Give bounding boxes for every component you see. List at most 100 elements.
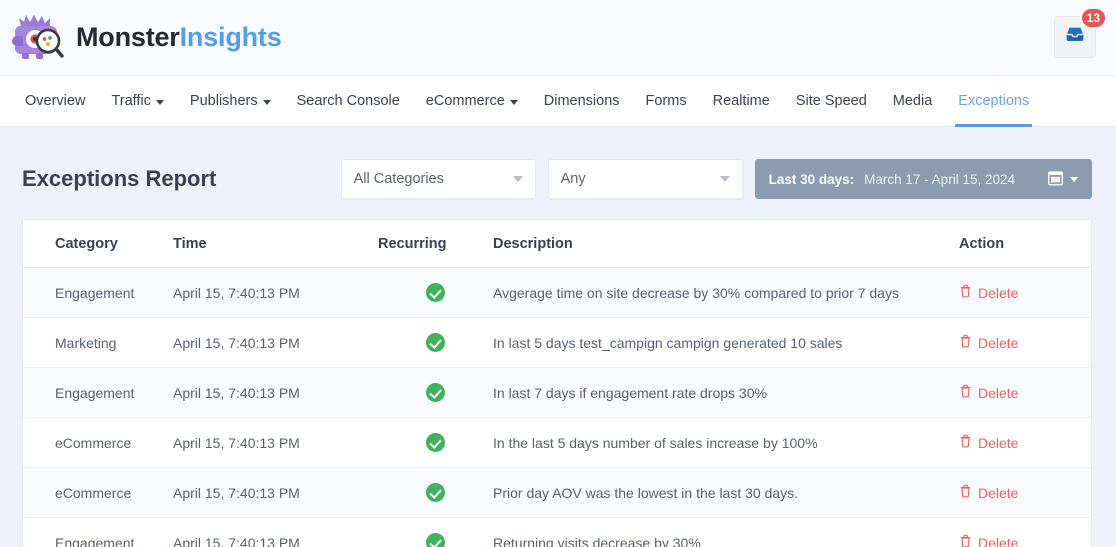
cell-action: Delete — [959, 517, 1091, 547]
cell-description: In the last 5 days number of sales incre… — [493, 417, 959, 468]
nav-item-dimensions[interactable]: Dimensions — [531, 76, 633, 126]
nav-item-ecommerce[interactable]: eCommerce — [413, 76, 531, 126]
green-check-icon — [426, 283, 445, 302]
cell-time: April 15, 7:40:13 PM — [173, 417, 378, 468]
date-range-label: Last 30 days: — [768, 171, 855, 187]
cell-time: April 15, 7:40:13 PM — [173, 467, 378, 518]
chevron-down-icon — [1070, 176, 1078, 182]
table-body: Engagement April 15, 7:40:13 PM Avgerage t… — [23, 267, 1091, 547]
green-check-icon — [426, 533, 445, 547]
chevron-down-icon — [155, 99, 164, 105]
cell-action: Delete — [959, 367, 1091, 418]
cell-action: Delete — [959, 467, 1091, 518]
monster-mascot-icon — [10, 12, 66, 64]
delete-label: Delete — [978, 384, 1019, 401]
column-header-time: Time — [173, 220, 378, 268]
nav-item-exceptions[interactable]: Exceptions — [945, 76, 1042, 127]
nav-item-publishers[interactable]: Publishers — [177, 76, 284, 126]
cell-category: Engagement — [23, 367, 173, 418]
nav-item-overview[interactable]: Overview — [12, 76, 98, 126]
cell-description: In last 5 days test_campign campign gene… — [493, 317, 959, 368]
brand-title-first: Monster — [76, 22, 180, 52]
inbox-badge-count: 13 — [1079, 6, 1107, 29]
green-check-icon — [426, 333, 445, 352]
category-filter-value: All Categories — [353, 171, 444, 187]
delete-button[interactable]: Delete — [959, 384, 1018, 401]
nav-item-label: Dimensions — [543, 93, 620, 109]
cell-description: In last 7 days if engagement rate drops … — [493, 367, 959, 418]
trash-icon — [959, 484, 972, 501]
chevron-down-icon — [262, 99, 271, 105]
cell-time: April 15, 7:40:13 PM — [173, 517, 378, 547]
table-row: eCommerce April 15, 7:40:13 PM In the last… — [23, 417, 1091, 468]
delete-button[interactable]: Delete — [959, 434, 1018, 451]
green-check-icon — [426, 433, 445, 452]
cell-recurring — [378, 417, 493, 468]
column-header-description: Description — [493, 220, 959, 268]
trash-icon — [959, 284, 972, 301]
cell-category: Engagement — [23, 267, 173, 318]
nav-item-traffic[interactable]: Traffic — [98, 76, 176, 126]
cell-time: April 15, 7:40:13 PM — [173, 317, 378, 368]
cell-recurring — [378, 517, 493, 547]
brand-title-second: Insights — [179, 22, 282, 52]
cell-action: Delete — [959, 317, 1091, 368]
inbox-notifications[interactable]: 13 — [1054, 6, 1107, 60]
cell-action: Delete — [959, 417, 1091, 468]
nav-item-label: Overview — [25, 93, 86, 109]
column-header-recurring: Recurring — [378, 220, 493, 268]
nav-item-label: Exceptions — [958, 93, 1030, 109]
nav-item-search-console[interactable]: Search Console — [284, 76, 413, 126]
cell-recurring — [378, 467, 493, 518]
cell-recurring — [378, 367, 493, 418]
column-header-action: Action — [959, 220, 1091, 268]
exceptions-table-card: Category Time Recurring Description Action E… — [22, 219, 1092, 547]
nav-item-media[interactable]: Media — [880, 76, 946, 126]
cell-action: Delete — [959, 267, 1091, 318]
recurring-filter-select[interactable]: Any — [547, 159, 743, 199]
cell-description: Avgerage time on site decrease by 30% co… — [493, 267, 959, 318]
nav-item-realtime[interactable]: Realtime — [700, 76, 783, 126]
date-range-controls — [1047, 169, 1078, 189]
cell-category: eCommerce — [23, 417, 173, 468]
green-check-icon — [426, 483, 445, 502]
delete-label: Delete — [978, 334, 1019, 351]
nav-item-label: Forms — [645, 93, 687, 109]
table-row: Marketing April 15, 7:40:13 PM In last 5 d… — [23, 317, 1091, 368]
nav-item-label: eCommerce — [425, 93, 505, 109]
inbox-tray-icon — [1064, 23, 1086, 50]
delete-button[interactable]: Delete — [959, 534, 1018, 547]
nav-item-label: Search Console — [296, 93, 400, 109]
chevron-down-icon — [719, 176, 730, 182]
cell-category: Marketing — [23, 317, 173, 368]
delete-button[interactable]: Delete — [959, 484, 1018, 501]
nav-item-forms[interactable]: Forms — [633, 76, 700, 126]
nav-item-label: Traffic — [111, 93, 151, 109]
delete-button[interactable]: Delete — [959, 334, 1018, 351]
date-range-value: March 17 - April 15, 2024 — [864, 171, 1015, 187]
report-filters: All Categories Any Last 30 days: March 1… — [340, 159, 1092, 199]
table-header-row: Category Time Recurring Description Action — [23, 220, 1091, 268]
nav-item-label: Media — [892, 93, 933, 109]
table-row: Engagement April 15, 7:40:13 PM Returning … — [23, 517, 1091, 547]
delete-label: Delete — [978, 484, 1019, 501]
report-header: Exceptions Report All Categories Any Las… — [0, 127, 1116, 207]
green-check-icon — [426, 383, 445, 402]
cell-description: Returning visits decrease by 30% — [493, 517, 959, 547]
recurring-filter-value: Any — [560, 171, 586, 187]
date-range-picker[interactable]: Last 30 days: March 17 - April 15, 2024 — [754, 159, 1092, 199]
delete-label: Delete — [978, 534, 1019, 547]
page-title: Exceptions Report — [22, 166, 217, 191]
app-header: MonsterInsights 13 — [0, 0, 1116, 76]
nav-item-label: Publishers — [189, 93, 258, 109]
nav-item-site-speed[interactable]: Site Speed — [783, 76, 880, 126]
category-filter-select[interactable]: All Categories — [340, 159, 536, 199]
main-navigation: Overview Traffic Publishers Search Console e… — [0, 76, 1116, 127]
trash-icon — [959, 434, 972, 451]
delete-button[interactable]: Delete — [959, 284, 1018, 301]
table-row: Engagement April 15, 7:40:13 PM Avgerage t… — [23, 267, 1091, 318]
table-row: Engagement April 15, 7:40:13 PM In last 7 … — [23, 367, 1091, 418]
table-header: Category Time Recurring Description Action — [23, 220, 1091, 268]
chevron-down-icon — [512, 176, 523, 182]
chevron-down-icon — [509, 99, 518, 105]
